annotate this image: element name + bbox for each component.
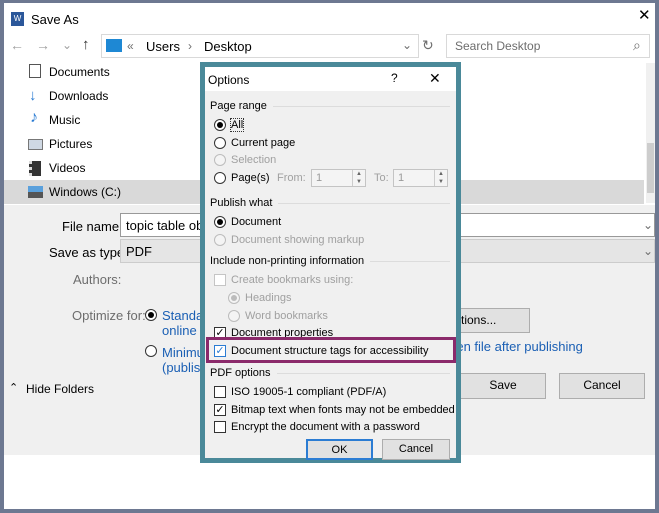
address-dropdown[interactable]: ⌄ (402, 38, 412, 52)
scrollbar[interactable] (646, 63, 655, 203)
optimize-label: Optimize for: (72, 308, 146, 323)
word-bookmarks-radio[interactable] (228, 310, 240, 322)
desktop-icon (106, 39, 122, 52)
save-as-window: W Save As ✕ ← → ⌄ ↑ « Users › Desktop ⌄ … (4, 3, 655, 509)
bitmap-text-label[interactable]: Bitmap text when fonts may not be embedd… (231, 404, 455, 416)
downloads-icon: ↓ (29, 87, 37, 104)
optimize-minimum-radio[interactable] (145, 345, 157, 357)
structure-tags-label[interactable]: Document structure tags for accessibilit… (231, 345, 428, 357)
all-label[interactable]: All (229, 118, 245, 132)
document-label[interactable]: Document (231, 216, 281, 228)
all-radio[interactable] (214, 119, 226, 131)
current-page-radio[interactable] (214, 137, 226, 149)
authors-label: Authors: (73, 272, 122, 287)
current-page-label[interactable]: Current page (231, 137, 295, 149)
from-stepper[interactable]: 1 ▲ ▼ (311, 169, 366, 187)
search-input[interactable]: Search Desktop ⌕ (446, 34, 650, 58)
document-markup-radio[interactable] (214, 234, 226, 246)
sidebar-item-documents[interactable]: Documents (49, 65, 110, 79)
to-label: To: (374, 172, 389, 184)
sidebar-item-videos[interactable]: Videos (49, 161, 85, 175)
close-button[interactable]: ✕ (638, 6, 651, 24)
document-markup-label[interactable]: Document showing markup (231, 234, 364, 246)
back-button[interactable]: ← (10, 37, 24, 53)
sidebar-item-downloads[interactable]: Downloads (49, 89, 108, 103)
selection-label[interactable]: Selection (231, 154, 276, 166)
forward-button[interactable]: → (36, 37, 50, 53)
headings-label[interactable]: Headings (245, 292, 291, 304)
save-type-value: PDF (126, 244, 152, 259)
from-label: From: (277, 172, 306, 184)
dialog-close-button[interactable]: ✕ (429, 70, 441, 87)
create-bookmarks-label[interactable]: Create bookmarks using: (231, 274, 353, 286)
address-bar[interactable]: « Users › Desktop ⌄ (101, 34, 419, 58)
save-button[interactable]: Save (460, 373, 546, 399)
ok-button[interactable]: OK (306, 439, 373, 460)
up-button[interactable]: ↑ (82, 36, 90, 53)
pages-radio[interactable] (214, 172, 226, 184)
sidebar-item-windows-c[interactable]: Windows (C:) (49, 185, 121, 199)
pictures-icon (28, 139, 43, 150)
videos-icon (29, 161, 41, 176)
word-bookmarks-label[interactable]: Word bookmarks (245, 310, 328, 322)
help-button[interactable]: ? (391, 71, 398, 85)
sidebar-item-pictures[interactable]: Pictures (49, 137, 92, 151)
file-name-value: topic table obj (126, 218, 207, 233)
chevron-up-icon[interactable]: ⌃ (9, 381, 18, 394)
save-type-label: Save as type: (49, 245, 128, 260)
publish-what-label: Publish what (210, 197, 273, 209)
dialog-title: Options (208, 73, 250, 87)
headings-radio[interactable] (228, 292, 240, 304)
pages-label[interactable]: Page(s) (231, 172, 270, 184)
encrypt-checkbox[interactable] (214, 421, 226, 433)
optimize-standard-radio[interactable] (145, 309, 157, 321)
crumb-users[interactable]: Users (146, 39, 180, 54)
bitmap-text-checkbox[interactable]: ✓ (214, 404, 226, 416)
non-printing-label: Include non-printing information (210, 255, 365, 267)
page-range-label: Page range (210, 100, 267, 112)
to-stepper[interactable]: 1 ▲ ▼ (393, 169, 448, 187)
search-icon[interactable]: ⌕ (633, 37, 641, 54)
hide-folders-button[interactable]: Hide Folders (26, 382, 94, 396)
path-overflow[interactable]: « (127, 39, 134, 53)
dialog-cancel-button[interactable]: Cancel (382, 439, 450, 460)
pdf-options-label: PDF options (210, 367, 271, 379)
structure-tags-checkbox[interactable]: ✓ (214, 345, 226, 357)
chevron-down-icon[interactable]: ⌄ (643, 218, 653, 232)
drive-icon (28, 186, 43, 198)
selection-radio[interactable] (214, 154, 226, 166)
create-bookmarks-checkbox[interactable] (214, 274, 226, 286)
crumb-separator: › (188, 39, 192, 53)
window-title: Save As (31, 12, 79, 27)
refresh-button[interactable]: ↻ (422, 37, 434, 54)
options-dialog: Options ? ✕ Page range All Current page … (200, 62, 461, 463)
encrypt-label[interactable]: Encrypt the document with a password (231, 421, 420, 433)
chevron-down-icon[interactable]: ⌄ (643, 244, 653, 258)
cancel-button[interactable]: Cancel (559, 373, 645, 399)
page-range-section: Page range (210, 100, 450, 112)
file-name-label: File name: (62, 219, 123, 234)
iso-label[interactable]: ISO 19005-1 compliant (PDF/A) (231, 386, 386, 398)
documents-icon (29, 64, 41, 78)
search-placeholder: Search Desktop (455, 39, 541, 53)
iso-checkbox[interactable] (214, 386, 226, 398)
recent-locations-button[interactable]: ⌄ (62, 38, 72, 52)
document-radio[interactable] (214, 216, 226, 228)
crumb-desktop[interactable]: Desktop (204, 39, 252, 54)
word-icon: W (11, 12, 24, 26)
sidebar-item-music[interactable]: Music (49, 113, 80, 127)
music-icon: ♪ (30, 109, 38, 126)
